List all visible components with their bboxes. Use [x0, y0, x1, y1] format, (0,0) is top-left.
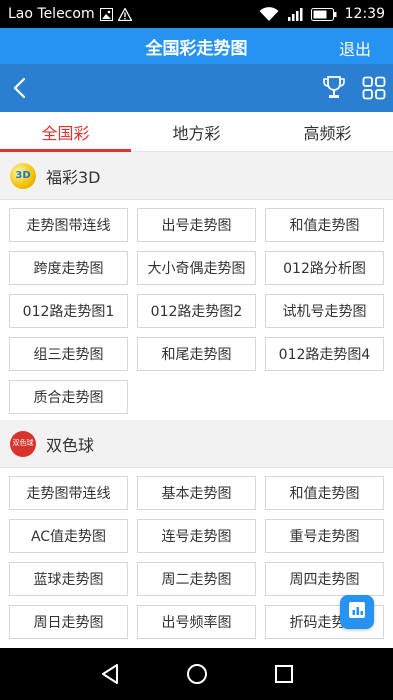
chart-button[interactable]: 012路走势图2: [137, 294, 256, 328]
section-header-fucai3d: 3D 福彩3D: [0, 152, 393, 200]
chart-button[interactable]: 和尾走势图: [137, 337, 256, 371]
chart-button[interactable]: 出号走势图: [137, 208, 256, 242]
chart-button[interactable]: 跨度走势图: [9, 251, 128, 285]
tab-high-frequency[interactable]: 高频彩: [262, 112, 393, 151]
chart-button[interactable]: 012路分析图: [265, 251, 384, 285]
tab-national[interactable]: 全国彩: [0, 112, 131, 152]
chart-button[interactable]: 连号走势图: [137, 519, 256, 553]
signal-icon: [287, 7, 303, 21]
status-bar: Lao Telecom 12:39: [0, 0, 393, 28]
exit-button[interactable]: 退出: [339, 36, 371, 60]
chart-button[interactable]: 周四走势图: [265, 562, 384, 596]
tab-local[interactable]: 地方彩: [131, 112, 262, 151]
button-grid-shuangseqiu: 走势图带连线 基本走势图 和值走势图 AC值走势图 连号走势图 重号走势图 蓝球…: [0, 468, 393, 645]
button-grid-fucai3d: 走势图带连线 出号走势图 和值走势图 跨度走势图 大小奇偶走势图 012路分析图…: [0, 200, 393, 420]
chart-button[interactable]: 试机号走势图: [265, 294, 384, 328]
trophy-icon[interactable]: [322, 75, 346, 101]
chart-button[interactable]: 012路走势图1: [9, 294, 128, 328]
title-bar: 全国彩走势图 退出: [0, 28, 393, 64]
wifi-icon: [259, 6, 279, 22]
clock: 12:39: [344, 6, 385, 22]
chart-button[interactable]: 走势图带连线: [9, 208, 128, 242]
system-nav-bar: [0, 648, 393, 700]
chart-button[interactable]: 基本走势图: [137, 476, 256, 510]
toolbar: [0, 64, 393, 112]
chart-button[interactable]: 周日走势图: [9, 605, 128, 639]
chart-button[interactable]: 走势图带连线: [9, 476, 128, 510]
chart-button[interactable]: 蓝球走势图: [9, 562, 128, 596]
battery-icon: [310, 7, 337, 21]
chart-button[interactable]: AC值走势图: [9, 519, 128, 553]
chart-button[interactable]: 出号频率图: [137, 605, 256, 639]
chart-button[interactable]: 大小奇偶走势图: [137, 251, 256, 285]
carrier-name: Lao Telecom: [8, 6, 95, 22]
section-header-shuangseqiu: 双色球 双色球: [0, 420, 393, 468]
warning-icon: [117, 7, 132, 21]
chart-icon: [348, 601, 366, 623]
chart-button[interactable]: 和值走势图: [265, 476, 384, 510]
chart-button[interactable]: 和值走势图: [265, 208, 384, 242]
grid-menu-icon[interactable]: [362, 76, 386, 100]
chart-button[interactable]: 周二走势图: [137, 562, 256, 596]
fucai-3d-logo-icon: 3D: [10, 162, 36, 189]
nav-back-icon[interactable]: [98, 662, 122, 686]
image-notification-icon: [99, 7, 113, 21]
section-title: 双色球: [46, 435, 95, 455]
back-arrow-icon[interactable]: [10, 77, 30, 99]
chart-button[interactable]: 质合走势图: [9, 380, 128, 414]
nav-home-icon[interactable]: [185, 662, 209, 686]
category-tabs: 全国彩 地方彩 高频彩: [0, 112, 393, 152]
chart-button[interactable]: 重号走势图: [265, 519, 384, 553]
section-title: 福彩3D: [46, 167, 101, 187]
shuangseqiu-logo-icon: 双色球: [10, 430, 36, 457]
floating-chart-button[interactable]: [340, 595, 374, 629]
chart-button[interactable]: 012路走势图4: [265, 337, 384, 371]
page-title: 全国彩走势图: [145, 38, 248, 59]
chart-button[interactable]: 组三走势图: [9, 337, 128, 371]
nav-recents-icon[interactable]: [272, 662, 296, 686]
chart-list[interactable]: 3D 福彩3D 走势图带连线 出号走势图 和值走势图 跨度走势图 大小奇偶走势图…: [0, 152, 393, 648]
